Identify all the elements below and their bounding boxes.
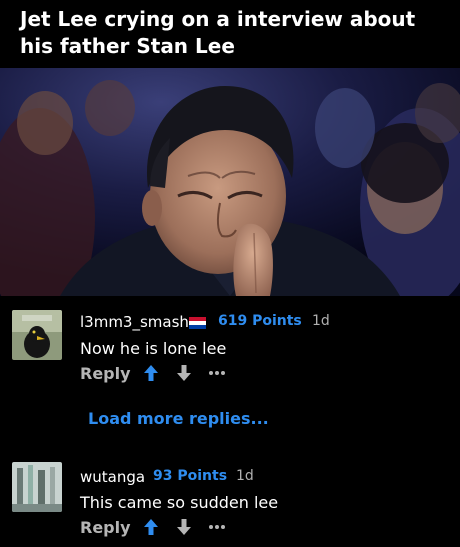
comment-item: l3mm3_smash 619 Points 1d Now he is lone… bbox=[0, 296, 460, 396]
comment-timestamp: 1d bbox=[236, 468, 254, 484]
more-options-icon[interactable] bbox=[206, 516, 228, 538]
comment-text: Now he is lone lee bbox=[80, 339, 227, 358]
comment-points: 619 Points bbox=[218, 313, 302, 329]
netherlands-flag-icon bbox=[189, 316, 206, 329]
post-header: Jet Lee crying on a interview about his … bbox=[0, 0, 460, 68]
upvote-arrow-icon[interactable] bbox=[140, 362, 162, 384]
downvote-arrow-icon[interactable] bbox=[173, 516, 195, 538]
downvote-arrow-icon[interactable] bbox=[173, 362, 195, 384]
post-image[interactable] bbox=[0, 68, 460, 296]
reply-button[interactable]: Reply bbox=[80, 364, 131, 383]
comment-username[interactable]: wutanga bbox=[80, 468, 145, 486]
reply-button[interactable]: Reply bbox=[80, 518, 131, 537]
post-image-graphic bbox=[0, 68, 460, 296]
more-options-icon[interactable] bbox=[206, 362, 228, 384]
post-title: Jet Lee crying on a interview about his … bbox=[20, 7, 416, 58]
load-more-replies-link[interactable]: Load more replies... bbox=[88, 409, 269, 428]
comment-timestamp: 1d bbox=[312, 313, 330, 329]
upvote-arrow-icon[interactable] bbox=[140, 516, 162, 538]
comment-points: 93 Points bbox=[153, 468, 228, 484]
comment-text: This came so sudden lee bbox=[80, 493, 279, 512]
comment-item: wutanga 93 Points 1d This came so sudden… bbox=[0, 452, 460, 547]
avatar[interactable] bbox=[12, 310, 62, 360]
avatar-image bbox=[12, 462, 62, 512]
avatar[interactable] bbox=[12, 462, 62, 512]
avatar-image bbox=[12, 310, 62, 360]
comments-section: l3mm3_smash 619 Points 1d Now he is lone… bbox=[0, 296, 460, 547]
comment-username[interactable]: l3mm3_smash bbox=[80, 313, 189, 331]
